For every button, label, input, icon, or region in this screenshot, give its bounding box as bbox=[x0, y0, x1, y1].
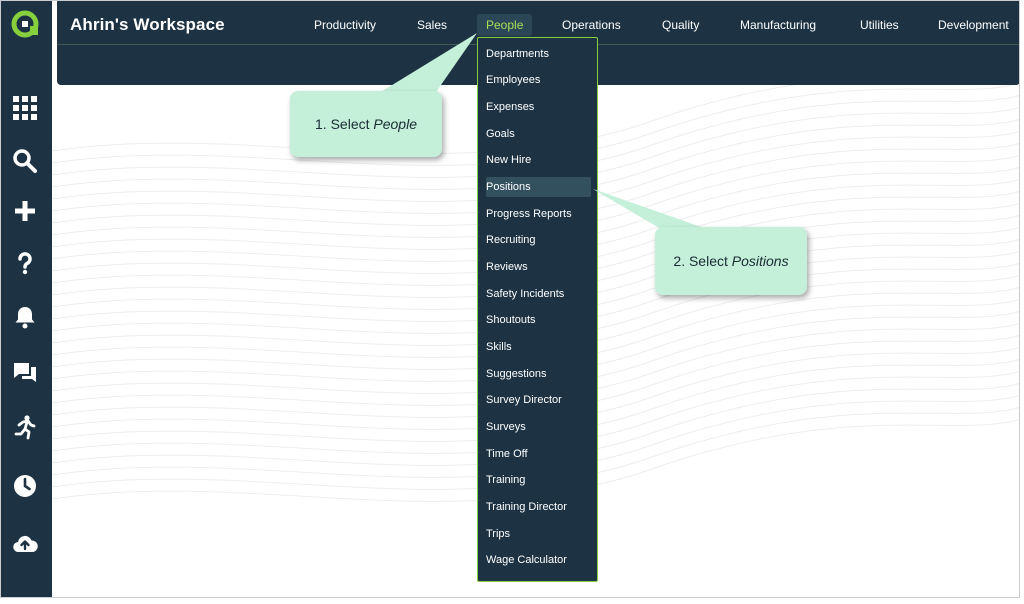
app-logo-icon[interactable] bbox=[11, 9, 41, 39]
running-icon[interactable] bbox=[10, 412, 40, 442]
menu-item-progress-reports[interactable]: Progress Reports bbox=[486, 204, 572, 224]
menu-item-positions[interactable]: Positions bbox=[486, 177, 591, 197]
menu-item-shoutouts[interactable]: Shoutouts bbox=[486, 310, 536, 330]
nav-people[interactable]: People bbox=[477, 14, 533, 36]
menu-item-recruiting[interactable]: Recruiting bbox=[486, 230, 536, 250]
app-window: Ahrin's Workspace Productivity Sales Peo… bbox=[0, 0, 1020, 598]
callout-step-1-target: People bbox=[373, 116, 417, 132]
search-icon[interactable] bbox=[10, 146, 40, 176]
menu-item-reviews[interactable]: Reviews bbox=[486, 257, 528, 277]
nav-utilities[interactable]: Utilities bbox=[860, 14, 899, 36]
nav-sales[interactable]: Sales bbox=[417, 14, 447, 36]
menu-item-wage-calculator[interactable]: Wage Calculator bbox=[486, 550, 567, 570]
plus-icon[interactable] bbox=[10, 196, 40, 226]
callout-step-1: 1. Select People bbox=[290, 91, 442, 157]
menu-item-safety-incidents[interactable]: Safety Incidents bbox=[486, 284, 564, 304]
menu-item-expenses[interactable]: Expenses bbox=[486, 97, 534, 117]
people-dropdown-menu: Departments Employees Expenses Goals New… bbox=[477, 37, 598, 582]
menu-item-trips[interactable]: Trips bbox=[486, 524, 510, 544]
clock-icon[interactable] bbox=[10, 471, 40, 501]
menu-item-survey-director[interactable]: Survey Director bbox=[486, 390, 562, 410]
workspace-title: Ahrin's Workspace bbox=[70, 15, 225, 34]
callout-step-2-prefix: 2. Select bbox=[673, 253, 732, 269]
nav-quality[interactable]: Quality bbox=[662, 14, 699, 36]
callout-step-2: 2. Select Positions bbox=[655, 227, 807, 295]
nav-manufacturing[interactable]: Manufacturing bbox=[740, 14, 816, 36]
menu-item-goals[interactable]: Goals bbox=[486, 124, 515, 144]
callout-step-1-prefix: 1. Select bbox=[315, 116, 374, 132]
cloud-upload-icon[interactable] bbox=[10, 529, 40, 559]
menu-item-time-off[interactable]: Time Off bbox=[486, 444, 528, 464]
menu-item-employees[interactable]: Employees bbox=[486, 70, 540, 90]
menu-item-surveys[interactable]: Surveys bbox=[486, 417, 526, 437]
nav-productivity[interactable]: Productivity bbox=[314, 14, 376, 36]
bell-icon[interactable] bbox=[10, 302, 40, 332]
apps-grid-icon[interactable] bbox=[10, 93, 40, 123]
menu-item-departments[interactable]: Departments bbox=[486, 44, 549, 64]
left-rail bbox=[1, 1, 52, 597]
help-icon[interactable] bbox=[10, 248, 40, 278]
menu-item-suggestions[interactable]: Suggestions bbox=[486, 364, 547, 384]
menu-item-skills[interactable]: Skills bbox=[486, 337, 512, 357]
nav-operations[interactable]: Operations bbox=[562, 14, 621, 36]
chat-icon[interactable] bbox=[10, 358, 40, 388]
menu-item-training[interactable]: Training bbox=[486, 470, 525, 490]
menu-item-training-director[interactable]: Training Director bbox=[486, 497, 567, 517]
callout-step-2-target: Positions bbox=[731, 253, 789, 269]
menu-item-new-hire[interactable]: New Hire bbox=[486, 150, 531, 170]
nav-development[interactable]: Development bbox=[938, 14, 1009, 36]
